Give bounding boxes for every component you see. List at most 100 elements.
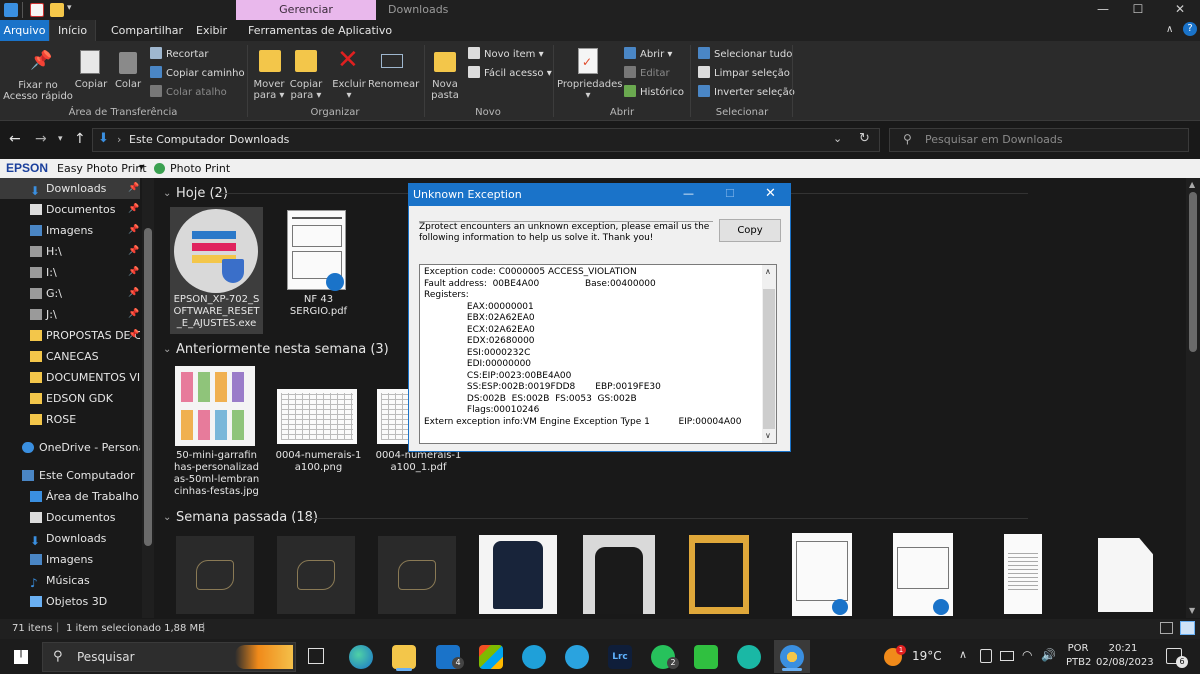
details-view-icon[interactable] xyxy=(1160,622,1173,634)
taskbar-search-box[interactable]: ⚲ Pesquisar xyxy=(42,642,296,672)
maximize-button[interactable]: ☐ xyxy=(1121,0,1155,20)
file-item-thumbnail[interactable] xyxy=(893,533,953,616)
rename-button[interactable]: Renomear xyxy=(368,79,419,90)
content-scrollbar-thumb[interactable] xyxy=(1189,192,1197,352)
copy-path-button[interactable]: Copiar caminho xyxy=(150,66,245,80)
cut-button[interactable]: Recortar xyxy=(150,47,209,61)
tab-exibir[interactable]: Exibir xyxy=(196,20,227,41)
tab-arquivo[interactable]: Arquivo xyxy=(0,20,49,41)
dialog-close-button[interactable]: ✕ xyxy=(765,186,776,201)
edit-button[interactable]: Editar xyxy=(624,66,670,80)
content-scrollbar[interactable]: ▲ ▼ xyxy=(1186,178,1200,618)
group-header-today[interactable]: Hoje (2) xyxy=(176,185,228,203)
copy-button[interactable]: Copy xyxy=(719,219,781,242)
file-item-thumbnail[interactable] xyxy=(479,535,557,614)
telegram-icon[interactable] xyxy=(565,645,589,669)
clock[interactable]: 20:21 02/08/2023 xyxy=(1096,643,1154,668)
nav-item-downloads[interactable]: ⬇ Downloads 📌 xyxy=(0,178,140,199)
wifi-icon[interactable]: ◠ xyxy=(1022,648,1032,662)
back-arrow-icon[interactable]: ← xyxy=(9,131,21,147)
scroll-up-icon[interactable]: ▲ xyxy=(1189,180,1195,189)
scroll-down-icon[interactable]: ▼ xyxy=(1189,606,1195,615)
file-item-thumbnail[interactable] xyxy=(176,536,254,614)
chevron-down-icon[interactable]: ⌄ xyxy=(163,188,171,199)
nav-item-drive-i[interactable]: I:\ 📌 xyxy=(0,262,140,283)
search-box[interactable]: ⚲ Pesquisar em Downloads xyxy=(889,128,1189,152)
show-hidden-icons-icon[interactable]: ∧ xyxy=(959,648,967,661)
chevron-down-icon[interactable]: ⌄ xyxy=(163,512,171,523)
nav-scrollbar-thumb[interactable] xyxy=(144,228,152,546)
edge-beta-icon[interactable] xyxy=(737,645,761,669)
file-item-thumbnail[interactable] xyxy=(583,535,655,614)
nav-item-pc-imagens[interactable]: Imagens xyxy=(0,549,140,570)
breadcrumb-current[interactable]: Downloads xyxy=(229,133,289,146)
chevron-down-icon[interactable]: ⌄ xyxy=(163,344,171,355)
file-item-thumbnail[interactable] xyxy=(378,536,456,614)
open-button[interactable]: Abrir ▾ xyxy=(624,47,672,61)
easy-access-button[interactable]: Fácil acesso ▾ xyxy=(468,66,552,80)
new-folder-button[interactable]: Nova pasta xyxy=(428,79,462,101)
group-header-last-week[interactable]: Semana passada (18) xyxy=(176,509,318,527)
collapse-ribbon-icon[interactable]: ∧ xyxy=(1166,24,1173,35)
dialog-minimize-button[interactable]: — xyxy=(683,187,694,200)
context-tab-gerenciar[interactable]: Gerenciar xyxy=(236,0,376,20)
qat-dropdown-icon[interactable]: ▾ xyxy=(67,3,72,13)
nav-item-imagens[interactable]: Imagens 📌 xyxy=(0,220,140,241)
lightroom-icon[interactable]: Lrc xyxy=(608,645,632,669)
file-item-thumbnail[interactable] xyxy=(277,536,355,614)
minimize-button[interactable]: — xyxy=(1086,0,1120,20)
file-item-thumbnail[interactable] xyxy=(792,533,852,616)
tab-compartilhar[interactable]: Compartilhar xyxy=(111,20,183,41)
nav-item-canecas[interactable]: CANECAS xyxy=(0,346,140,367)
invert-selection-button[interactable]: Inverter seleção xyxy=(698,85,795,99)
nav-item-objetos-3d[interactable]: Objetos 3D xyxy=(0,591,140,612)
usb-device-icon[interactable] xyxy=(980,649,992,663)
paste-shortcut-button[interactable]: Colar atalho xyxy=(150,85,227,99)
nav-item-desktop[interactable]: Área de Trabalho xyxy=(0,486,140,507)
help-icon[interactable]: ? xyxy=(1183,22,1197,36)
weather-temperature[interactable]: 19°C xyxy=(912,649,942,663)
nav-item-pc-documentos[interactable]: Documentos xyxy=(0,507,140,528)
history-button[interactable]: Histórico xyxy=(624,85,684,99)
easy-photo-dropdown-icon[interactable]: ▾ xyxy=(139,162,144,173)
address-dropdown-icon[interactable]: ⌄ xyxy=(833,132,842,145)
edge-browser-icon[interactable] xyxy=(349,645,373,669)
nav-scrollbar[interactable] xyxy=(142,178,154,618)
details-scrollbar[interactable]: ∧ ∨ xyxy=(762,265,776,443)
file-item-numerais-png[interactable]: 0004-numerais-1 a100.png xyxy=(272,364,365,484)
file-item-thumbnail[interactable] xyxy=(1004,534,1042,614)
nav-item-musicas[interactable]: ♪ Músicas xyxy=(0,570,140,591)
language-indicator[interactable]: POR PTB2 xyxy=(1066,643,1091,668)
paste-button[interactable]: Colar xyxy=(113,79,143,90)
nav-item-this-pc[interactable]: Este Computador xyxy=(0,465,140,486)
forward-arrow-icon[interactable]: → xyxy=(35,131,47,147)
phone-link-icon[interactable] xyxy=(694,645,718,669)
copy-to-button[interactable]: Copiar para ▾ xyxy=(287,79,325,101)
refresh-icon[interactable]: ↻ xyxy=(859,131,870,146)
nav-item-edson-gdk[interactable]: EDSON GDK xyxy=(0,388,140,409)
volume-icon[interactable]: 🔊 xyxy=(1041,648,1056,662)
recent-locations-icon[interactable]: ▾ xyxy=(58,134,63,144)
windows-start-icon[interactable] xyxy=(14,650,28,664)
download-arrow-icon[interactable] xyxy=(4,3,18,17)
large-icons-view-icon[interactable] xyxy=(1180,621,1195,635)
details-scrollbar-thumb[interactable] xyxy=(763,289,775,429)
microsoft-store-icon[interactable] xyxy=(479,645,503,669)
move-to-button[interactable]: Mover para ▾ xyxy=(251,79,287,101)
nav-item-drive-g[interactable]: G:\ 📌 xyxy=(0,283,140,304)
pin-quick-access-button[interactable]: Fixar no Acesso rápido xyxy=(2,80,74,102)
nav-item-drive-h[interactable]: H:\ 📌 xyxy=(0,241,140,262)
nav-item-rose[interactable]: ROSE xyxy=(0,409,140,430)
up-arrow-icon[interactable]: ↑ xyxy=(74,131,86,147)
task-view-icon[interactable] xyxy=(308,648,324,664)
nav-item-pc-downloads[interactable]: ⬇ Downloads xyxy=(0,528,140,549)
nav-item-propostas[interactable]: PROPOSTAS DE C 📌 xyxy=(0,325,140,346)
select-all-button[interactable]: Selecionar tudo xyxy=(698,47,792,61)
address-bar[interactable]: ⬇ › Este Computador › Downloads ⌄ ↻ xyxy=(92,128,880,152)
file-item-epson-exe[interactable]: EPSON_XP-702_S OFTWARE_RESET _E_AJUSTES.… xyxy=(170,207,263,334)
close-button[interactable]: ✕ xyxy=(1160,0,1200,20)
photo-print-button[interactable]: Photo Print xyxy=(170,162,230,175)
file-item-nf43-pdf[interactable]: NF 43 SERGIO.pdf xyxy=(272,207,365,322)
easy-photo-print-button[interactable]: Easy Photo Print xyxy=(57,162,147,175)
new-item-button[interactable]: Novo item ▾ xyxy=(468,47,544,61)
